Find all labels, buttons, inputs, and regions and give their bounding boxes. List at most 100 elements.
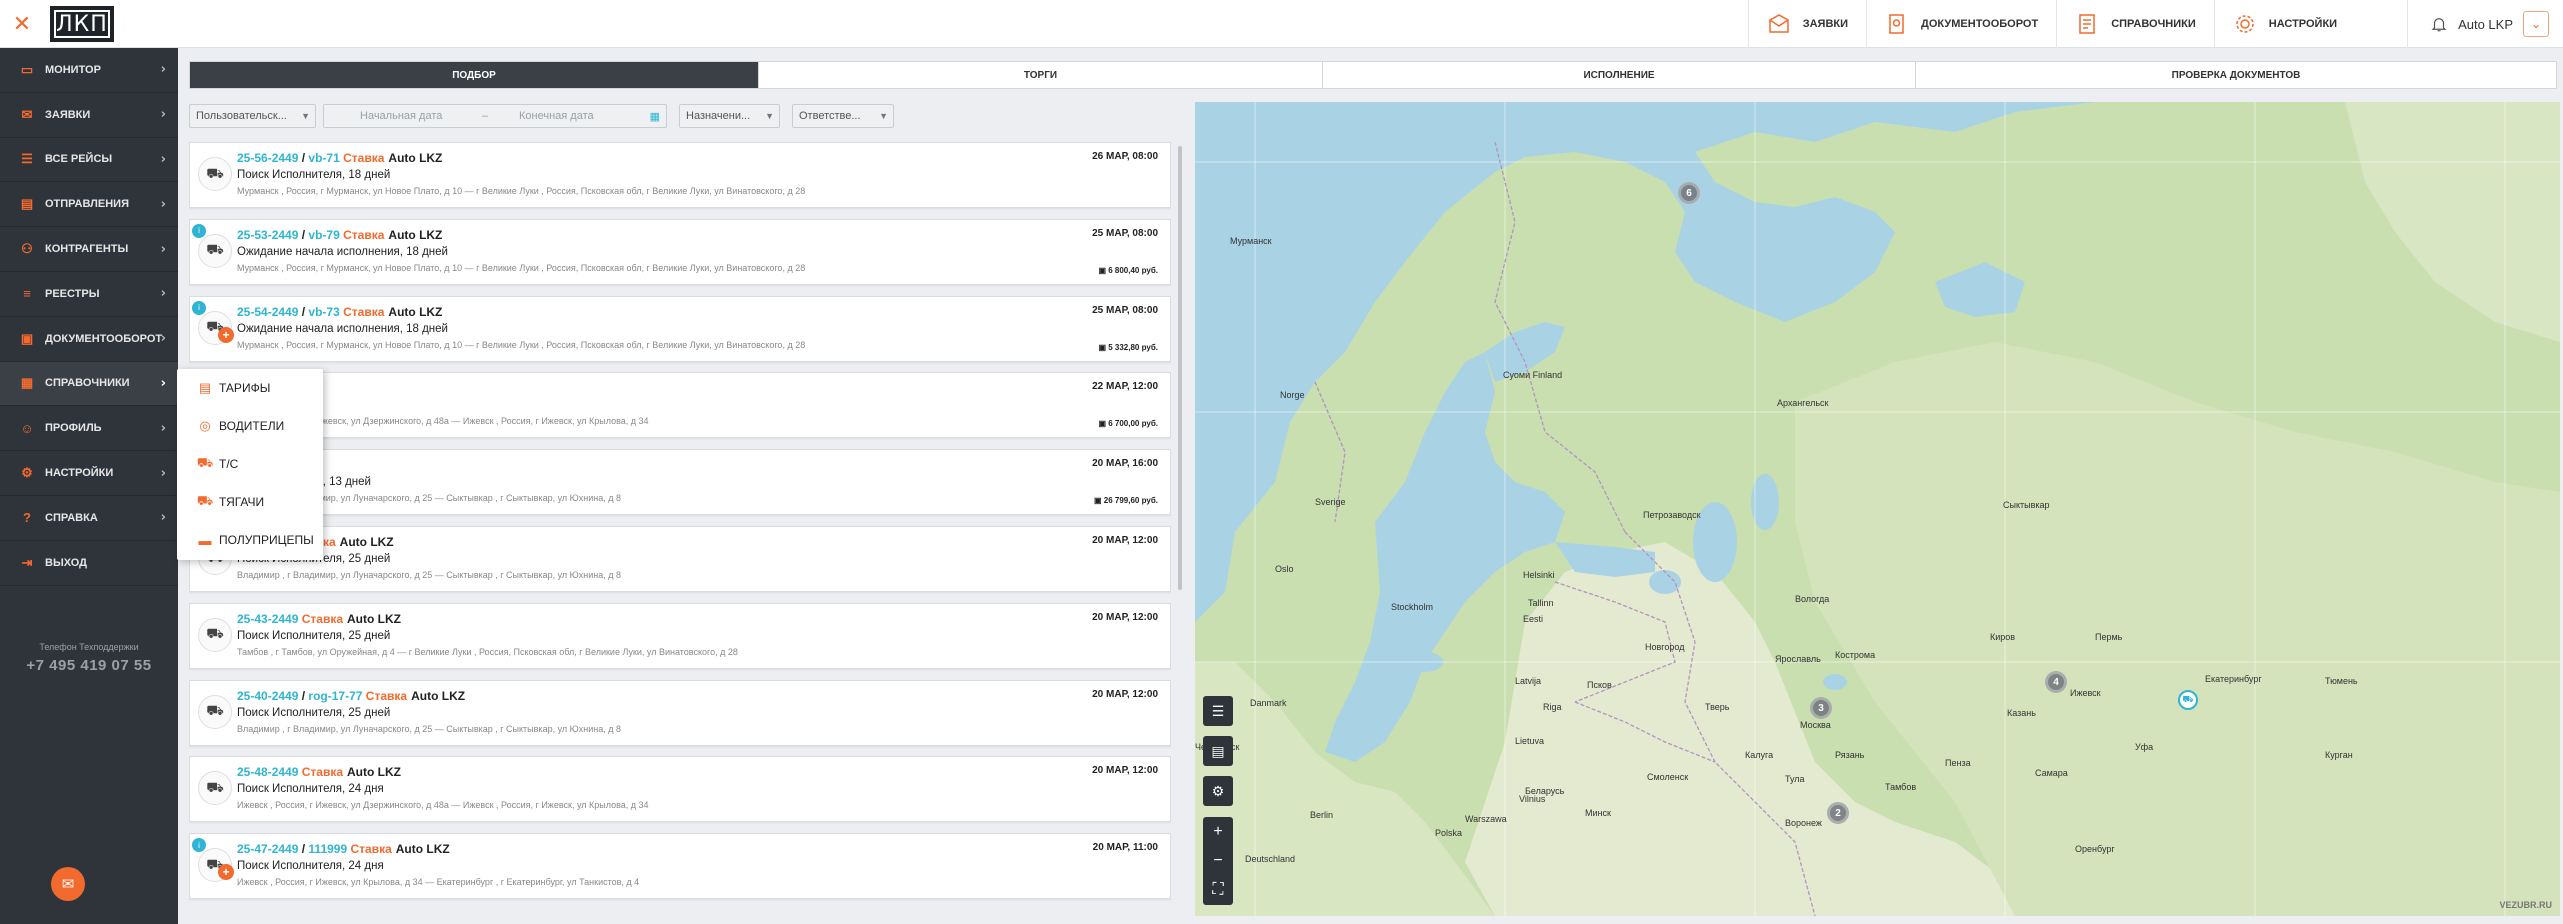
order-status: Ставка	[343, 304, 385, 319]
gear-icon: ⚙	[21, 465, 33, 481]
chevron-right-icon: ›	[160, 420, 166, 436]
support-label: Телефон Техподдержки	[39, 642, 139, 652]
top-nav-documents[interactable]: ДОКУМЕНТООБОРОТ	[1866, 0, 2056, 48]
sidebar-item-contractors[interactable]: ⚇ КОНТРАГЕНТЫ ›	[0, 227, 178, 272]
order-route: Владимир , г Владимир, ул Луначарского, …	[237, 723, 621, 734]
end-date-input[interactable]: Конечная дата	[519, 110, 594, 122]
map-cluster[interactable]: 2	[1827, 802, 1849, 824]
chevron-right-icon: ›	[160, 375, 166, 391]
order-card[interactable]: ⛟rog-17-78 СтавкаAuto LKZПоиск Исполните…	[189, 526, 1171, 592]
user-menu[interactable]: Auto LKP ⌄	[2407, 0, 2563, 48]
order-date: 20 МАР, 12:00	[1092, 611, 1158, 623]
assigned-select[interactable]: Назначени... ▼	[679, 104, 780, 128]
tab-document-check[interactable]: ПРОВЕРКА ДОКУМЕНТОВ	[1916, 62, 2556, 88]
chat-button[interactable]: ✉	[51, 867, 85, 901]
profile-icon: ☺	[20, 420, 34, 436]
order-number[interactable]: 25-56-2449	[237, 151, 298, 165]
submenu-item-vehicles[interactable]: ⛟ Т/С	[177, 445, 323, 483]
order-number[interactable]: 25-43-2449	[237, 612, 298, 626]
close-menu-button[interactable]: ✕	[8, 10, 36, 38]
map-cluster[interactable]: 4	[2045, 671, 2067, 693]
layers-button[interactable]: ▤	[1203, 736, 1233, 766]
sidebar-item-logout[interactable]: ⇥ ВЫХОД	[0, 541, 178, 586]
order-number[interactable]: 25-40-2449	[237, 689, 298, 703]
submenu-item-tractors[interactable]: ⛟ ТЯГАЧИ	[177, 483, 323, 521]
order-sub-number[interactable]: vb-71	[308, 151, 339, 165]
order-card[interactable]: ⛟ 25-48-2449 Ставка Auto LKZ Поиск Исполнит…	[189, 756, 1171, 823]
order-number[interactable]: 25-53-2449	[237, 228, 298, 242]
map[interactable]: Мурманск Суоми Finland Sverige Norge Ees…	[1195, 102, 2560, 916]
top-nav-requests[interactable]: ЗАЯВКИ	[1747, 0, 1866, 48]
order-stage: Поиск Исполнителя, 25 дней	[237, 629, 391, 642]
submenu-item-trailers[interactable]: ▬ ПОЛУПРИЦЕПЫ	[177, 521, 323, 559]
order-card[interactable]: ⛟ 25-56-2449 / vb-71 Ставка Auto LKZ Поиск …	[189, 142, 1171, 208]
order-number[interactable]: 25-48-2449	[237, 765, 298, 779]
submenu-item-drivers[interactable]: ◎ ВОДИТЕЛИ	[177, 407, 323, 445]
zoom-in-button[interactable]: +	[1203, 817, 1233, 846]
sidebar-item-documents[interactable]: ▣ ДОКУМЕНТООБОРОТ ›	[0, 317, 178, 362]
sidebar-item-settings[interactable]: ⚙ НАСТРОЙКИ ›	[0, 451, 178, 496]
order-sub-number[interactable]: vb-73	[308, 305, 339, 319]
tab-auctions[interactable]: ТОРГИ	[759, 62, 1323, 88]
map-canvas	[1195, 102, 2560, 916]
tab-execution[interactable]: ИСПОЛНЕНИЕ	[1323, 62, 1916, 88]
map-label: Калуга	[1745, 750, 1774, 760]
add-badge-icon[interactable]: +	[218, 864, 234, 881]
tab-selection[interactable]: ПОДБОР	[190, 62, 759, 88]
sidebar-item-profile[interactable]: ☺ ПРОФИЛЬ ›	[0, 406, 178, 452]
sidebar-item-all-trips[interactable]: ☰ ВСЕ РЕЙСЫ ›	[0, 138, 178, 183]
map-cluster[interactable]: 3	[1810, 697, 1832, 719]
responsible-select[interactable]: Ответстве... ▼	[792, 104, 894, 128]
truck-marker-icon[interactable]: ⛟	[2178, 690, 2198, 710]
order-title: 25-47-2449 / 111999 Ставка Auto LKZ	[237, 842, 450, 856]
order-card[interactable]: ⛟ i 25-53-2449 / vb-79 Ставка Auto LKZ Ожида…	[189, 218, 1171, 285]
map-cluster[interactable]: 6	[1678, 182, 1700, 204]
user-select[interactable]: Пользовательск... ▼	[189, 104, 316, 128]
calendar-icon[interactable]: ▦	[650, 110, 660, 123]
order-card[interactable]: ⛟ 25-43-2449 Ставка Auto LKZ Поиск Исполнит…	[189, 602, 1171, 669]
support-info: Телефон Техподдержки +7 495 419 07 55	[0, 642, 178, 674]
list-scrollbar[interactable]	[1178, 146, 1182, 590]
zoom-out-button[interactable]: −	[1203, 846, 1233, 875]
order-route: Ижевск , Россия, г Ижевск, ул Крылова, д…	[237, 877, 640, 888]
start-date-input[interactable]: Начальная дата	[360, 110, 442, 122]
fullscreen-button[interactable]: ⛶	[1203, 875, 1233, 904]
chevron-down-icon[interactable]: ⌄	[2523, 11, 2549, 37]
bell-icon[interactable]	[2430, 15, 2448, 33]
map-settings-button[interactable]: ⚙	[1203, 776, 1233, 806]
top-nav-directory[interactable]: СПРАВОЧНИКИ	[2056, 0, 2214, 48]
sidebar-item-requests[interactable]: ✉ ЗАЯВКИ ›	[0, 93, 178, 138]
order-card[interactable]: ⛟ 25-40-2449 / rog-17-77 Ставка Auto LKZ По…	[189, 679, 1171, 746]
order-sub-number[interactable]: rog-17-77	[308, 689, 362, 703]
order-route: Мурманск , Россия, г Мурманск, ул Новое …	[237, 262, 806, 273]
submenu-item-tariffs[interactable]: ▤ ТАРИФЫ	[177, 369, 323, 407]
top-nav: ЗАЯВКИ ДОКУМЕНТООБОРОТ СПРАВОЧНИКИ НАСТР…	[1747, 0, 2563, 48]
info-badge-icon: i	[192, 223, 206, 238]
top-nav-settings[interactable]: НАСТРОЙКИ	[2213, 0, 2407, 48]
order-card[interactable]: ⛟ифAuto LKZтеля, 22 дняИжевск , Россия, …	[189, 372, 1171, 439]
map-label: Berlin	[1310, 810, 1334, 820]
map-label: Суоми Finland	[1503, 370, 1563, 380]
sidebar-item-help[interactable]: ? СПРАВКА ›	[0, 496, 178, 541]
sidebar-item-monitor[interactable]: ▭ МОНИТОР ›	[0, 48, 178, 93]
order-card[interactable]: ⛟ i +25-47-2449 / 111999 Ставка Auto LKZ Пои…	[189, 833, 1171, 900]
order-status: Ставка	[365, 688, 408, 703]
add-badge-icon[interactable]: +	[218, 326, 234, 343]
submenu-item-label: ВОДИТЕЛИ	[219, 419, 285, 433]
list-view-button[interactable]: ☰	[1203, 696, 1233, 726]
sidebar-item-shipments[interactable]: ▤ ОТПРАВЛЕНИЯ ›	[0, 182, 178, 228]
sidebar-item-registries[interactable]: ≡ РЕЕСТРЫ ›	[0, 272, 178, 317]
support-phone[interactable]: +7 495 419 07 55	[0, 657, 178, 674]
order-number[interactable]: 25-54-2449	[237, 305, 298, 319]
sidebar-item-label: СПРАВКА	[45, 511, 98, 524]
order-number[interactable]: 25-47-2449	[237, 842, 298, 856]
order-card[interactable]: ⛟вкаAuto LKEала исполнения, 13 днейВлади…	[189, 449, 1171, 516]
order-sub-number[interactable]: vb-79	[308, 228, 339, 242]
date-range-picker[interactable]: Начальная дата – Конечная дата ▦	[323, 104, 667, 128]
order-sub-number[interactable]: 111999	[308, 842, 347, 856]
map-label: Пенза	[1945, 758, 1971, 768]
sidebar-item-directory[interactable]: ▦ СПРАВОЧНИКИ ›	[0, 361, 178, 407]
app-logo[interactable]: ЛКП	[50, 6, 114, 42]
map-label: Петрозаводск	[1643, 510, 1701, 520]
order-card[interactable]: ⛟ i +25-54-2449 / vb-73 Ставка Auto LKZ Ожид…	[189, 295, 1171, 362]
